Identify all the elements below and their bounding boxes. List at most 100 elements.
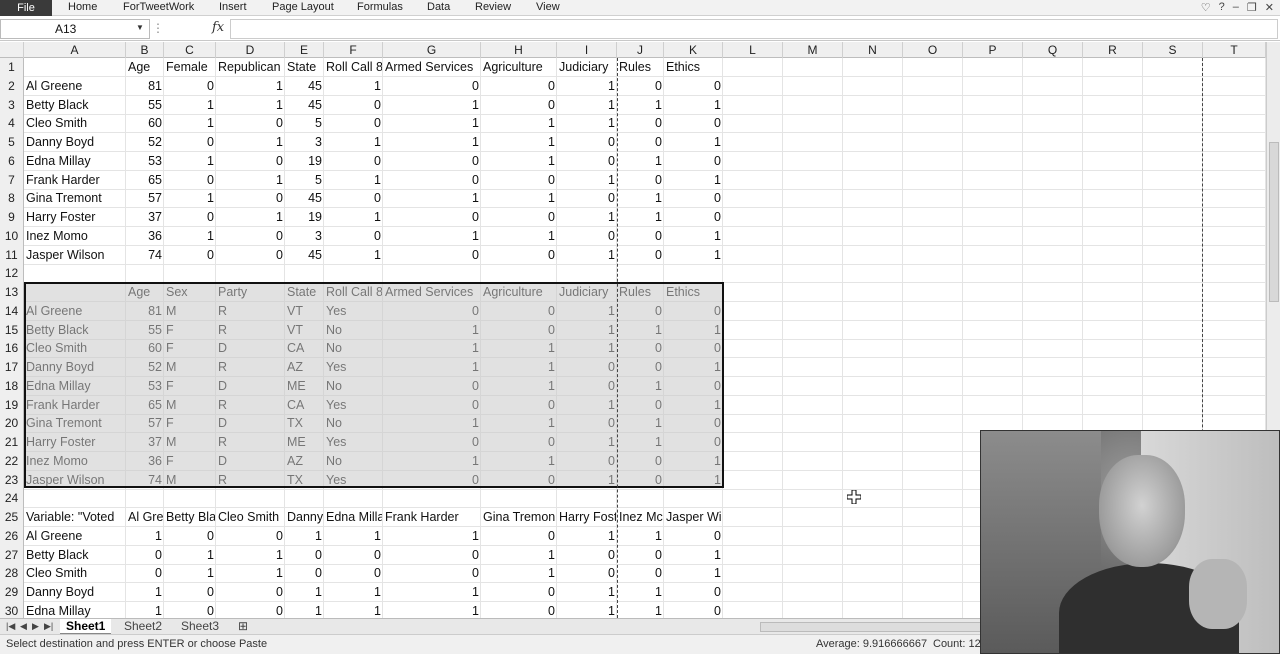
- row-header[interactable]: 26: [0, 526, 24, 546]
- cell[interactable]: 1: [557, 171, 617, 190]
- cell[interactable]: Gina Tremont: [24, 189, 126, 208]
- cell[interactable]: 1: [383, 583, 481, 602]
- cell[interactable]: [164, 489, 216, 508]
- row-header[interactable]: 18: [0, 376, 24, 396]
- cell[interactable]: 0: [383, 564, 481, 583]
- row-header[interactable]: 29: [0, 583, 24, 602]
- cell[interactable]: [216, 264, 285, 283]
- cell[interactable]: 52: [126, 133, 164, 152]
- cell[interactable]: [126, 489, 164, 508]
- cell[interactable]: 1: [216, 133, 285, 152]
- cell[interactable]: 0: [557, 564, 617, 583]
- row-header[interactable]: 15: [0, 320, 24, 340]
- cell[interactable]: Danny Boyd: [24, 133, 126, 152]
- cell[interactable]: 0: [481, 583, 557, 602]
- cell[interactable]: 1: [664, 546, 723, 565]
- cell[interactable]: 81: [126, 77, 164, 96]
- cell[interactable]: 0: [126, 546, 164, 565]
- row-header[interactable]: 13: [0, 283, 24, 302]
- cell[interactable]: 0: [383, 208, 481, 227]
- cell[interactable]: 53: [126, 152, 164, 171]
- column-header-n[interactable]: N: [843, 42, 903, 58]
- cell[interactable]: 0: [617, 171, 664, 190]
- cell[interactable]: 0: [664, 77, 723, 96]
- cell[interactable]: 45: [285, 96, 324, 115]
- column-header-l[interactable]: L: [723, 42, 783, 58]
- cell[interactable]: 0: [557, 546, 617, 565]
- cell[interactable]: 1: [617, 583, 664, 602]
- cell[interactable]: 0: [164, 246, 216, 265]
- column-header-f[interactable]: F: [324, 42, 383, 58]
- cell[interactable]: 45: [285, 189, 324, 208]
- cell[interactable]: 74: [126, 246, 164, 265]
- cell[interactable]: Cleo Smith: [24, 114, 126, 133]
- sheet-tab-sheet2[interactable]: Sheet2: [118, 619, 168, 634]
- column-header-o[interactable]: O: [903, 42, 963, 58]
- cell[interactable]: Betty Black: [24, 546, 126, 565]
- column-header-p[interactable]: P: [963, 42, 1023, 58]
- cell[interactable]: [24, 58, 126, 77]
- row-header[interactable]: 1: [0, 58, 24, 77]
- cell[interactable]: 0: [126, 564, 164, 583]
- cell[interactable]: Jasper Wilson: [664, 508, 723, 527]
- cell[interactable]: 0: [481, 246, 557, 265]
- cell[interactable]: 1: [324, 602, 383, 618]
- column-header-t[interactable]: T: [1203, 42, 1266, 58]
- cell[interactable]: 1: [481, 189, 557, 208]
- cell[interactable]: 1: [126, 602, 164, 618]
- cell[interactable]: 1: [557, 246, 617, 265]
- cell[interactable]: 0: [617, 546, 664, 565]
- cell[interactable]: 1: [216, 564, 285, 583]
- cell[interactable]: Inez Momo: [24, 227, 126, 246]
- cell[interactable]: 1: [216, 208, 285, 227]
- row-header[interactable]: 25: [0, 508, 24, 527]
- cell[interactable]: 0: [164, 583, 216, 602]
- column-header-g[interactable]: G: [383, 42, 481, 58]
- cell[interactable]: 0: [617, 114, 664, 133]
- column-header-c[interactable]: C: [164, 42, 216, 58]
- cell[interactable]: 0: [324, 227, 383, 246]
- cell[interactable]: 1: [216, 77, 285, 96]
- cell[interactable]: 1: [216, 546, 285, 565]
- cell[interactable]: 0: [216, 602, 285, 618]
- row-header[interactable]: 27: [0, 545, 24, 565]
- row-header[interactable]: 2: [0, 76, 24, 96]
- cell[interactable]: 0: [324, 564, 383, 583]
- cell[interactable]: 0: [481, 96, 557, 115]
- cell[interactable]: 1: [557, 527, 617, 546]
- file-tab[interactable]: File: [0, 0, 52, 16]
- cell[interactable]: 1: [664, 133, 723, 152]
- cell[interactable]: Betty Black: [24, 96, 126, 115]
- insert-function-icon[interactable]: fx: [212, 20, 224, 35]
- tab-fortweetwork[interactable]: ForTweetWork: [123, 1, 194, 13]
- row-header[interactable]: 6: [0, 151, 24, 171]
- sheet-tab-sheet3[interactable]: Sheet3: [175, 619, 225, 634]
- scroll-thumb[interactable]: [1269, 142, 1279, 302]
- cell[interactable]: 0: [285, 546, 324, 565]
- cell[interactable]: 0: [324, 189, 383, 208]
- last-sheet-icon[interactable]: ▶|: [44, 621, 53, 632]
- cell[interactable]: 0: [285, 564, 324, 583]
- cell[interactable]: Gina Tremon: [481, 508, 557, 527]
- cell[interactable]: [285, 264, 324, 283]
- column-header-d[interactable]: D: [216, 42, 285, 58]
- cell[interactable]: 0: [664, 114, 723, 133]
- cell[interactable]: Judiciary: [557, 58, 617, 77]
- row-header[interactable]: 16: [0, 339, 24, 359]
- cell[interactable]: 1: [557, 602, 617, 618]
- cell[interactable]: Armed Services: [383, 58, 481, 77]
- cell[interactable]: Agriculture: [481, 58, 557, 77]
- cell[interactable]: 1: [164, 189, 216, 208]
- column-header-a[interactable]: A: [24, 42, 126, 58]
- cell[interactable]: 0: [617, 227, 664, 246]
- cell[interactable]: 0: [664, 583, 723, 602]
- cell[interactable]: Harry Foster: [24, 208, 126, 227]
- cell[interactable]: 1: [285, 527, 324, 546]
- cell[interactable]: 3: [285, 227, 324, 246]
- cell[interactable]: [324, 264, 383, 283]
- row-header[interactable]: 21: [0, 433, 24, 452]
- row-header[interactable]: 10: [0, 226, 24, 246]
- cell[interactable]: Variable: "Voted: [24, 508, 126, 527]
- row-header[interactable]: 28: [0, 564, 24, 584]
- cell[interactable]: 1: [481, 152, 557, 171]
